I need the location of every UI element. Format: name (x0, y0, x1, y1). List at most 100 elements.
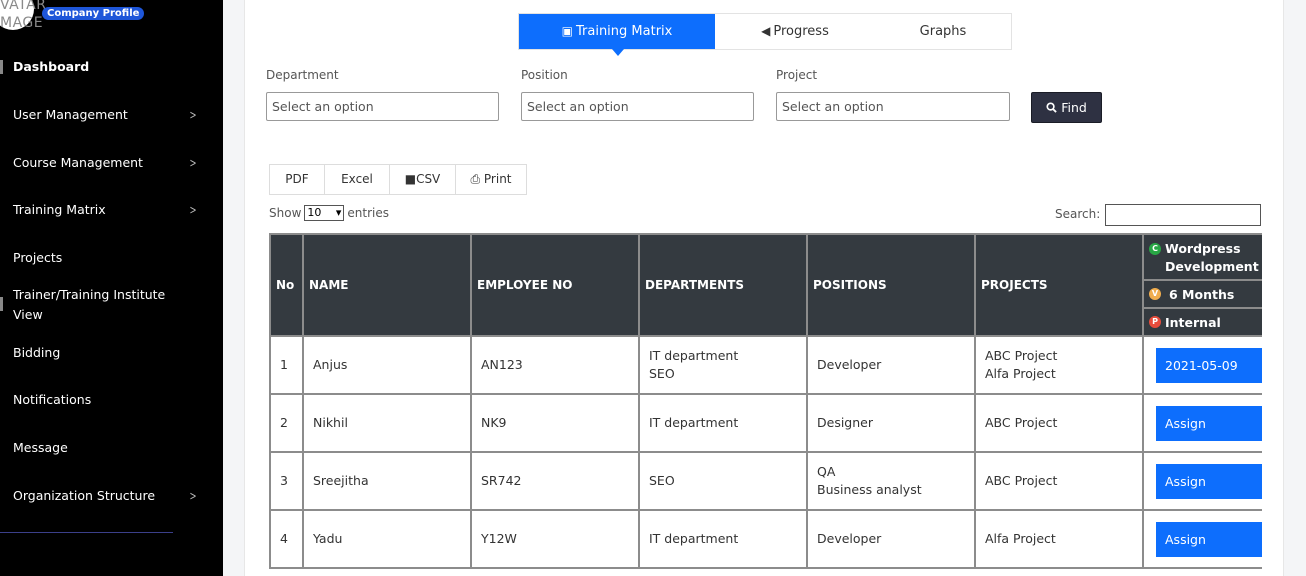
sidebar-item-user-management[interactable]: User Management > (13, 105, 198, 125)
course-duration: 6 Months (1169, 286, 1235, 302)
view-tabs: ▣ Training Matrix ◀ Progress Graphs (518, 13, 1012, 56)
project-line: ABC Project (985, 348, 1058, 363)
position-select[interactable]: Select an option (521, 92, 754, 121)
main-content: ▣ Training Matrix ◀ Progress Graphs Depart… (244, 0, 1284, 576)
cell-no: 4 (269, 509, 304, 569)
cell-employee-no: SR742 (470, 451, 640, 511)
table-row: 1 Anjus AN123 IT department SEO Developer… (269, 335, 1262, 395)
header-employee-no[interactable]: EMPLOYEE NO (470, 233, 640, 337)
header-name[interactable]: NAME (302, 233, 472, 337)
sidebar-item-label: Bidding (13, 345, 61, 360)
entries-control: Show 10 ▾ entries (269, 205, 389, 221)
avatar-alt-text: VATAR MAGE (0, 0, 47, 31)
department-line: SEO (649, 366, 675, 381)
tab-label: Graphs (919, 24, 967, 39)
assign-button[interactable]: Assign (1156, 405, 1262, 441)
chevron-right-icon: > (189, 203, 197, 217)
cell-positions: Designer (806, 393, 976, 453)
search-input[interactable] (1105, 204, 1261, 226)
department-select[interactable]: Select an option (266, 92, 499, 121)
tab-training-matrix[interactable]: ▣ Training Matrix (519, 14, 715, 56)
project-line: Alfa Project (985, 366, 1056, 381)
cell-no: 1 (269, 335, 304, 395)
company-profile-badge[interactable]: Company Profile (42, 7, 145, 20)
cell-course-status: 2021-05-09 (1142, 335, 1262, 395)
table-row: 2 Nikhil NK9 IT department Designer ABC … (269, 393, 1262, 453)
header-departments[interactable]: DEPARTMENTS (638, 233, 808, 337)
export-excel-button[interactable]: Excel (325, 165, 390, 194)
position-line: Developer (817, 531, 882, 546)
tab-graphs[interactable]: Graphs (875, 14, 1011, 49)
tab-label: Progress (773, 24, 829, 39)
cell-projects: ABC Project (974, 451, 1144, 511)
entries-select[interactable]: 10 ▾ (304, 205, 345, 221)
sidebar-item-training-matrix[interactable]: Training Matrix > (13, 200, 198, 220)
cell-projects: Alfa Project (974, 509, 1144, 569)
header-positions[interactable]: POSITIONS (806, 233, 976, 337)
department-line: SEO (649, 473, 675, 488)
export-pdf-button[interactable]: PDF (270, 165, 325, 194)
sidebar-item-label: Message (13, 440, 68, 455)
cell-positions: Developer (806, 335, 976, 395)
course-badge-icon: C (1149, 243, 1161, 255)
sidebar-item-organization-structure[interactable]: Organization Structure > (13, 486, 198, 506)
project-select[interactable]: Select an option (776, 92, 1010, 121)
course-name: Wordpress Development (1165, 241, 1259, 274)
position-line: Developer (817, 357, 882, 372)
sidebar-item-notifications[interactable]: Notifications (13, 390, 198, 410)
cube-icon: ▣ (561, 24, 573, 38)
cell-employee-no: NK9 (470, 393, 640, 453)
project-label: Project (776, 68, 818, 82)
sidebar-item-course-management[interactable]: Course Management > (13, 153, 198, 173)
sidebar-item-bidding[interactable]: Bidding (13, 343, 198, 363)
department-line: IT department (649, 348, 739, 363)
export-print-label: Print (483, 172, 512, 186)
table-row: 3 Sreejitha SR742 SEO QA Business analyst… (269, 451, 1262, 511)
chevron-right-icon: > (189, 489, 197, 503)
cell-employee-no: Y12W (470, 509, 640, 569)
entries-label: entries (347, 206, 389, 220)
header-no[interactable]: No (269, 233, 304, 337)
assign-button[interactable]: Assign (1156, 463, 1262, 499)
cell-name: Nikhil (302, 393, 472, 453)
position-label: Position (521, 68, 568, 82)
find-label: Find (1061, 100, 1087, 115)
type-badge-icon: P (1149, 316, 1161, 328)
export-csv-button[interactable]: ■CSV (390, 165, 456, 194)
tab-label: Training Matrix (575, 24, 673, 39)
show-label: Show (269, 206, 302, 220)
sidebar-item-message[interactable]: Message (13, 438, 198, 458)
sidebar-item-label: User Management (13, 107, 128, 122)
export-print-button[interactable]: ⎙ Print (456, 165, 526, 194)
project-line: Alfa Project (985, 531, 1056, 546)
sidebar-item-dashboard[interactable]: Dashboard (13, 57, 198, 77)
department-label: Department (266, 68, 339, 82)
sidebar-item-trainer-view[interactable]: Trainer/Training Institute View (13, 287, 198, 322)
project-line: ABC Project (985, 415, 1058, 430)
cell-projects: ABC Project (974, 393, 1144, 453)
position-line: Business analyst (817, 482, 922, 497)
cell-projects: ABC Project Alfa Project (974, 335, 1144, 395)
sidebar-divider (0, 532, 173, 533)
export-csv-label: CSV (416, 172, 441, 186)
completion-date-button[interactable]: 2021-05-09 (1156, 347, 1262, 383)
cell-no: 3 (269, 451, 304, 511)
course-type: Internal (1165, 314, 1221, 330)
tab-progress[interactable]: ◀ Progress (715, 14, 875, 49)
table-header-row: No NAME EMPLOYEE NO DEPARTMENTS POSITION… (269, 233, 1262, 337)
sidebar-item-projects[interactable]: Projects (13, 248, 198, 268)
cell-course-status: Assign (1142, 393, 1262, 453)
find-button[interactable]: Find (1031, 92, 1102, 123)
department-line: IT department (649, 531, 739, 546)
sidebar-item-label: Trainer/Training Institute View (13, 287, 166, 322)
department-line: IT department (649, 415, 739, 430)
sidebar-item-label: Organization Structure (13, 488, 156, 503)
cell-course-status: Assign (1142, 509, 1262, 569)
sidebar-item-label: Training Matrix (13, 202, 106, 217)
print-icon: ⎙ (470, 172, 481, 186)
assign-button[interactable]: Assign (1156, 521, 1262, 557)
entries-value: 10 (307, 206, 322, 219)
sidebar-item-label: Dashboard (13, 59, 90, 74)
header-projects[interactable]: PROJECTS (974, 233, 1144, 337)
sidebar-item-label: Course Management (13, 155, 143, 170)
